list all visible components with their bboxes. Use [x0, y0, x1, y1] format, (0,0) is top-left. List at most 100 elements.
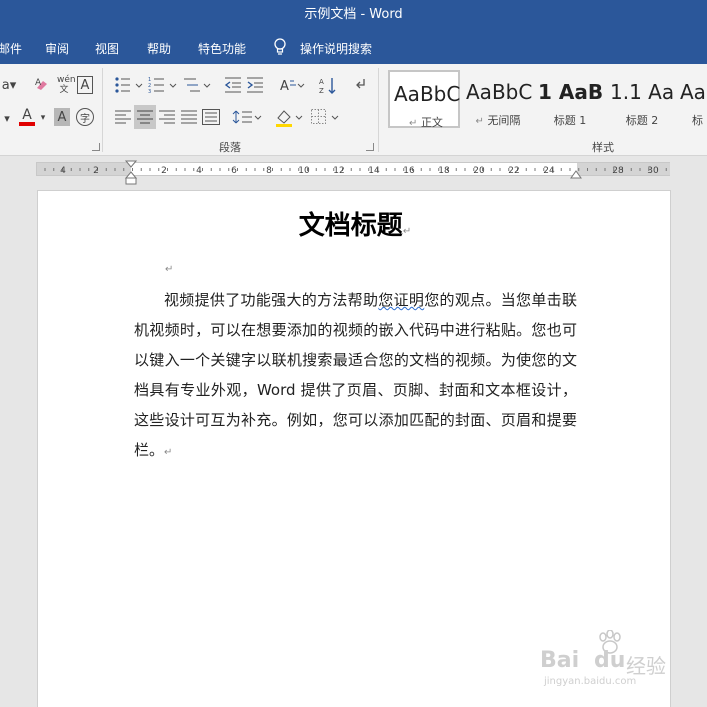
font-dialog-launcher-icon[interactable]: [92, 143, 100, 151]
watermark-du: du: [594, 648, 626, 673]
body-text-1: 视频提供了功能强大的方法帮助: [164, 291, 379, 309]
menu-bar: 邮件 审阅 视图 帮助 特色功能 操作说明搜索: [0, 30, 707, 64]
align-left-icon[interactable]: [114, 109, 132, 125]
ruler-label: 14: [368, 166, 380, 175]
svg-text:Z: Z: [319, 87, 324, 95]
style-name: ↵ 无间隔: [462, 112, 534, 128]
ruler-label: 8: [266, 166, 272, 175]
enclosed-char-label: 字: [80, 113, 90, 125]
phonetic-label: wén 文: [57, 75, 76, 95]
font-color-button[interactable]: A: [18, 106, 36, 128]
font-color-bar: [19, 122, 35, 126]
right-indent-marker[interactable]: [570, 170, 582, 180]
style-name: 标题 2: [625, 114, 659, 127]
justify-icon[interactable]: [180, 109, 198, 125]
ruler-label: 4: [196, 166, 202, 175]
text-effects-button[interactable]: ▾: [0, 108, 14, 128]
group-separator: [378, 68, 379, 152]
bullets-icon[interactable]: [114, 76, 144, 94]
watermark-brand-suffix: 经验: [626, 654, 666, 678]
document-title-text: 文档标题: [298, 211, 403, 241]
style-sample: Aa: [680, 80, 706, 104]
decrease-indent-icon[interactable]: [224, 76, 242, 94]
style-name: ↵ 正文: [390, 114, 462, 130]
char-shading-label: A: [57, 109, 67, 125]
increase-indent-icon[interactable]: [246, 76, 264, 94]
ruler-label: 30: [647, 166, 659, 175]
tab-review[interactable]: 审阅: [45, 40, 69, 57]
ribbon: a▾ A wén 文 A ▾ A ▾ A 字 123 A A Z 段落 AaBb…: [0, 64, 707, 156]
ruler-label: 20: [473, 166, 485, 175]
ruler-label: 16: [403, 166, 415, 175]
ruler-label: 28: [612, 166, 624, 175]
style-heading-2[interactable]: 1.1 Aa 标题 2: [606, 70, 678, 128]
lightbulb-icon[interactable]: [273, 38, 287, 56]
svg-text:A: A: [280, 79, 289, 94]
baidu-jingyan-watermark: Bai du 经验 jingyan.baidu.com: [538, 630, 668, 690]
para-mark: ↵: [475, 116, 484, 127]
window-title: 示例文档 - Word: [304, 7, 403, 22]
tab-help[interactable]: 帮助: [147, 40, 171, 57]
line-spacing-icon[interactable]: [232, 108, 262, 126]
tell-me-search[interactable]: 操作说明搜索: [300, 40, 372, 57]
group-separator: [102, 68, 103, 152]
para-mark: ↵: [402, 226, 412, 237]
body-text-2: 您的观点。当您单击联机视频时，可以在想要添加的视频的嵌入代码中进行粘贴。您也可以…: [134, 291, 577, 459]
align-right-icon[interactable]: [158, 109, 176, 125]
ruler-label: 24: [543, 166, 555, 175]
ruler-label: 6: [231, 166, 237, 175]
title-bar: 示例文档 - Word: [0, 0, 707, 30]
distributed-icon[interactable]: [202, 109, 220, 125]
para-mark: ↵: [164, 447, 173, 458]
style-name-text: 正文: [420, 116, 443, 129]
char-shading-button[interactable]: A: [54, 108, 70, 126]
char-border-button[interactable]: A: [77, 76, 93, 94]
numbering-icon[interactable]: 123: [148, 76, 178, 94]
clear-format-icon[interactable]: A: [33, 76, 51, 94]
style-normal[interactable]: AaBbC ↵ 正文: [388, 70, 462, 130]
indent-markers[interactable]: [125, 160, 137, 186]
style-sample: AaBbC: [394, 82, 461, 106]
style-no-spacing[interactable]: AaBbC ↵ 无间隔: [462, 70, 534, 128]
body-paragraph[interactable]: 视频提供了功能强大的方法帮助您证明您的观点。当您单击联机视频时，可以在想要添加的…: [134, 285, 577, 468]
style-heading-1[interactable]: 1 AaB 标题 1: [534, 70, 606, 128]
align-center-icon: [137, 110, 153, 124]
borders-icon[interactable]: [310, 108, 340, 126]
char-border-label: A: [80, 77, 90, 93]
horizontal-ruler[interactable]: 4 2 2 4 6 8 10 12 14 16 18 20 22 24 28 30: [0, 157, 707, 191]
watermark-url: jingyan.baidu.com: [544, 676, 637, 687]
style-name: 标: [692, 114, 703, 127]
paragraph-group-label: 段落: [219, 141, 241, 154]
asian-layout-icon[interactable]: A: [278, 76, 306, 94]
sort-icon[interactable]: AZ: [318, 76, 338, 96]
style-name: 标题 1: [553, 114, 587, 127]
show-marks-icon[interactable]: [352, 76, 368, 94]
empty-paragraph[interactable]: ↵: [165, 257, 173, 276]
ruler-label: 12: [333, 166, 344, 175]
svg-text:3: 3: [148, 89, 151, 94]
tab-view[interactable]: 视图: [95, 40, 119, 57]
para-mark: ↵: [165, 264, 174, 275]
align-center-button[interactable]: [134, 105, 156, 129]
ruler-label: 18: [438, 166, 450, 175]
shading-icon[interactable]: [274, 108, 304, 128]
tab-mailings[interactable]: 邮件: [0, 40, 22, 57]
phonetic-guide-button[interactable]: wén 文: [54, 74, 76, 96]
ruler-label: 2: [161, 166, 167, 175]
svg-text:A: A: [319, 78, 324, 86]
font-color-dropdown[interactable]: ▾: [38, 108, 48, 128]
style-name-text: 无间隔: [487, 114, 521, 127]
svg-text:A: A: [35, 78, 42, 88]
multilevel-list-icon[interactable]: [182, 76, 212, 94]
style-sample: 1 AaB: [538, 80, 604, 104]
paragraph-dialog-launcher-icon[interactable]: [366, 143, 374, 151]
change-case-button[interactable]: a▾: [0, 76, 18, 94]
ruler-label: 2: [93, 166, 99, 175]
tab-features[interactable]: 特色功能: [198, 40, 246, 57]
ruler-label: 4: [60, 166, 66, 175]
enclosed-char-button[interactable]: 字: [76, 108, 94, 126]
style-sample: 1.1 Aa: [610, 80, 675, 104]
document-title[interactable]: 文档标题↵: [38, 205, 672, 242]
style-title[interactable]: Aa 标: [678, 70, 707, 128]
spelling-squiggle: 您证明: [378, 291, 425, 309]
